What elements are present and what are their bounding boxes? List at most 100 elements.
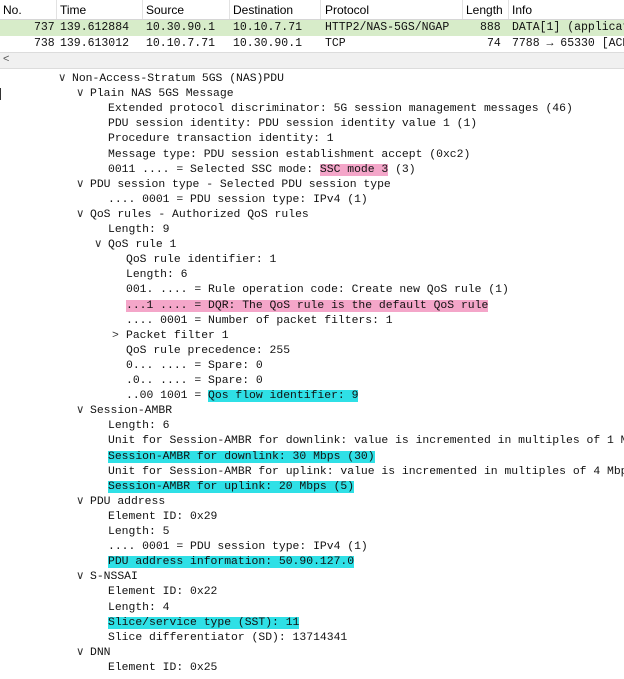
packet-time: 139.612884 (60, 21, 130, 34)
chevron-down-icon[interactable]: ∨ (76, 404, 90, 419)
tree-item-text: Session-AMBR (90, 405, 173, 418)
tree-item[interactable]: 0011 .... = Selected SSC mode: SSC mode … (108, 163, 416, 178)
highlighted-field: SSC mode 3 (319, 163, 389, 176)
col-source[interactable]: Source (146, 3, 184, 17)
chevron-down-icon[interactable]: ∨ (76, 495, 90, 510)
tree-item-text: Unit for Session-AMBR for uplink: value … (108, 465, 624, 478)
tree-item[interactable]: .0.. .... = Spare: 0 (126, 374, 263, 389)
tree-item-text: PDU address (90, 495, 166, 508)
chevron-down-icon[interactable]: ∨ (76, 178, 90, 193)
tree-item-text: S-NSSAI (90, 571, 138, 584)
tree-item[interactable]: Length: 5 (108, 525, 170, 540)
highlighted-field: ...1 .... = DQR: The QoS rule is the def… (126, 299, 489, 312)
tree-item-text: Length: 4 (108, 601, 170, 614)
packet-length: 888 (480, 21, 501, 34)
tree-item[interactable]: Procedure transaction identity: 1 (108, 132, 334, 147)
packet-row-737[interactable]: 737 139.612884 10.30.90.1 10.10.7.71 HTT… (0, 20, 624, 36)
tree-item[interactable]: QoS rule identifier: 1 (126, 253, 276, 268)
tree-item-text: DNN (90, 646, 111, 659)
col-info[interactable]: Info (512, 3, 532, 17)
tree-item[interactable]: ∨ DNN (76, 646, 111, 661)
tree-item[interactable]: ∨ Plain NAS 5GS Message (76, 87, 234, 102)
tree-item-text: .0.. .... = Spare: 0 (126, 375, 263, 387)
col-no[interactable]: No. (3, 3, 22, 17)
tree-item[interactable]: Element ID: 0x22 (108, 585, 217, 600)
tree-item[interactable]: Slice/service type (SST): 11 (108, 616, 300, 631)
tree-item[interactable]: Length: 4 (108, 601, 170, 616)
col-time[interactable]: Time (60, 3, 86, 17)
packet-row-738[interactable]: 738 139.613012 10.10.7.71 10.30.90.1 TCP… (0, 36, 624, 52)
tree-item-text: .... 0001 = PDU session type: IPv4 (1) (108, 193, 368, 206)
tree-item[interactable]: Extended protocol discriminator: 5G sess… (108, 102, 573, 117)
tree-item[interactable]: Session-AMBR for uplink: 20 Mbps (5) (108, 480, 355, 495)
chevron-down-icon[interactable]: ∨ (58, 72, 72, 87)
col-destination[interactable]: Destination (233, 3, 293, 17)
chevron-down-icon[interactable]: ∨ (76, 87, 90, 102)
scroll-left-arrow-icon[interactable]: < (3, 53, 9, 65)
highlighted-field: Slice/service type (SST): 11 (108, 616, 300, 629)
tree-item[interactable]: Element ID: 0x29 (108, 510, 217, 525)
tree-item[interactable]: ∨ QoS rule 1 (94, 238, 176, 253)
chevron-down-icon[interactable]: ∨ (94, 238, 108, 253)
packet-no: 738 (34, 37, 55, 50)
packet-destination: 10.30.90.1 (233, 37, 303, 50)
horizontal-scrollbar[interactable]: < (0, 52, 624, 69)
tree-item[interactable]: Slice differentiator (SD): 13714341 (108, 631, 347, 646)
tree-item[interactable]: ∨ Session-AMBR (76, 404, 172, 419)
tree-item[interactable]: ∨ PDU address (76, 495, 165, 510)
tree-item-text: Packet filter 1 (126, 329, 229, 342)
tree-item[interactable]: PDU address information: 50.90.127.0 (108, 555, 355, 570)
pane-splitter-handle[interactable] (0, 88, 7, 100)
packet-list-header: No. Time Source Destination Protocol Len… (0, 0, 624, 20)
highlighted-field: PDU address information: 50.90.127.0 (108, 556, 355, 569)
packet-info: 7788 → 65330 [ACK] (512, 37, 624, 50)
tree-item[interactable]: Length: 9 (108, 223, 170, 238)
tree-item[interactable]: Session-AMBR for downlink: 30 Mbps (30) (108, 450, 375, 465)
col-protocol[interactable]: Protocol (325, 3, 369, 17)
tree-item[interactable]: ∨ PDU session type - Selected PDU session… (76, 178, 391, 193)
chevron-right-icon[interactable]: > (112, 329, 126, 344)
tree-item[interactable]: ∨ Non-Access-Stratum 5GS (NAS)PDU (58, 72, 284, 87)
tree-item[interactable]: .... 0001 = Number of packet filters: 1 (126, 314, 393, 329)
tree-item-text: Plain NAS 5GS Message (90, 88, 234, 101)
tree-item[interactable]: ∨ QoS rules - Authorized QoS rules (76, 208, 309, 223)
tree-item-text: 001. .... = Rule operation code: Create … (126, 284, 509, 297)
chevron-down-icon[interactable]: ∨ (76, 646, 90, 661)
tree-item[interactable]: QoS rule precedence: 255 (126, 344, 290, 359)
tree-item[interactable]: > Packet filter 1 (112, 329, 229, 344)
tree-item[interactable]: Unit for Session-AMBR for downlink: valu… (108, 434, 624, 449)
tree-item-text: QoS rule identifier: 1 (126, 254, 277, 267)
tree-item[interactable]: Length: 6 (108, 419, 170, 434)
tree-item[interactable]: PDU session identity: PDU session identi… (108, 117, 477, 132)
tree-item[interactable]: Message type: PDU session establishment … (108, 148, 470, 163)
tree-item[interactable]: Length: 6 (126, 268, 188, 283)
tree-item[interactable]: 0... .... = Spare: 0 (126, 359, 263, 374)
tree-item-text: PDU session identity: PDU session identi… (108, 118, 478, 131)
chevron-down-icon[interactable]: ∨ (76, 570, 90, 585)
packet-protocol: HTTP2/NAS-5GS/NGAP (325, 21, 450, 34)
tree-item-text: .... 0001 = PDU session type: IPv4 (1) (108, 541, 368, 554)
packet-source: 10.30.90.1 (146, 21, 216, 34)
packet-destination: 10.10.7.71 (233, 21, 303, 34)
tree-item-text: Extended protocol discriminator: 5G sess… (108, 103, 573, 116)
highlighted-field: Session-AMBR for uplink: 20 Mbps (5) (108, 480, 355, 493)
tree-item-text: ..00 1001 = (126, 390, 209, 403)
tree-item-text: QoS rules - Authorized QoS rules (90, 208, 309, 221)
tree-item-text: Element ID: 0x22 (108, 586, 218, 599)
tree-item-text: Length: 5 (108, 526, 170, 538)
tree-item-text: QoS rule precedence: 255 (126, 344, 291, 357)
tree-item-text: Slice differentiator (SD): 13714341 (108, 631, 348, 644)
tree-item-text: Non-Access-Stratum 5GS (NAS)PDU (72, 73, 284, 85)
tree-item[interactable]: Element ID: 0x25 (108, 661, 217, 676)
tree-item[interactable]: ∨ S-NSSAI (76, 570, 138, 585)
tree-item-text: PDU session type - Selected PDU session … (90, 178, 391, 191)
chevron-down-icon[interactable]: ∨ (76, 208, 90, 223)
tree-item-text: Length: 6 (108, 420, 170, 433)
tree-item[interactable]: ...1 .... = DQR: The QoS rule is the def… (126, 299, 489, 314)
col-length[interactable]: Length (466, 3, 503, 17)
tree-item[interactable]: Unit for Session-AMBR for uplink: value … (108, 465, 624, 480)
tree-item[interactable]: .... 0001 = PDU session type: IPv4 (1) (108, 193, 368, 208)
tree-item[interactable]: 001. .... = Rule operation code: Create … (126, 283, 509, 298)
tree-item[interactable]: ..00 1001 = Qos flow identifier: 9 (126, 389, 359, 404)
tree-item[interactable]: .... 0001 = PDU session type: IPv4 (1) (108, 540, 368, 555)
